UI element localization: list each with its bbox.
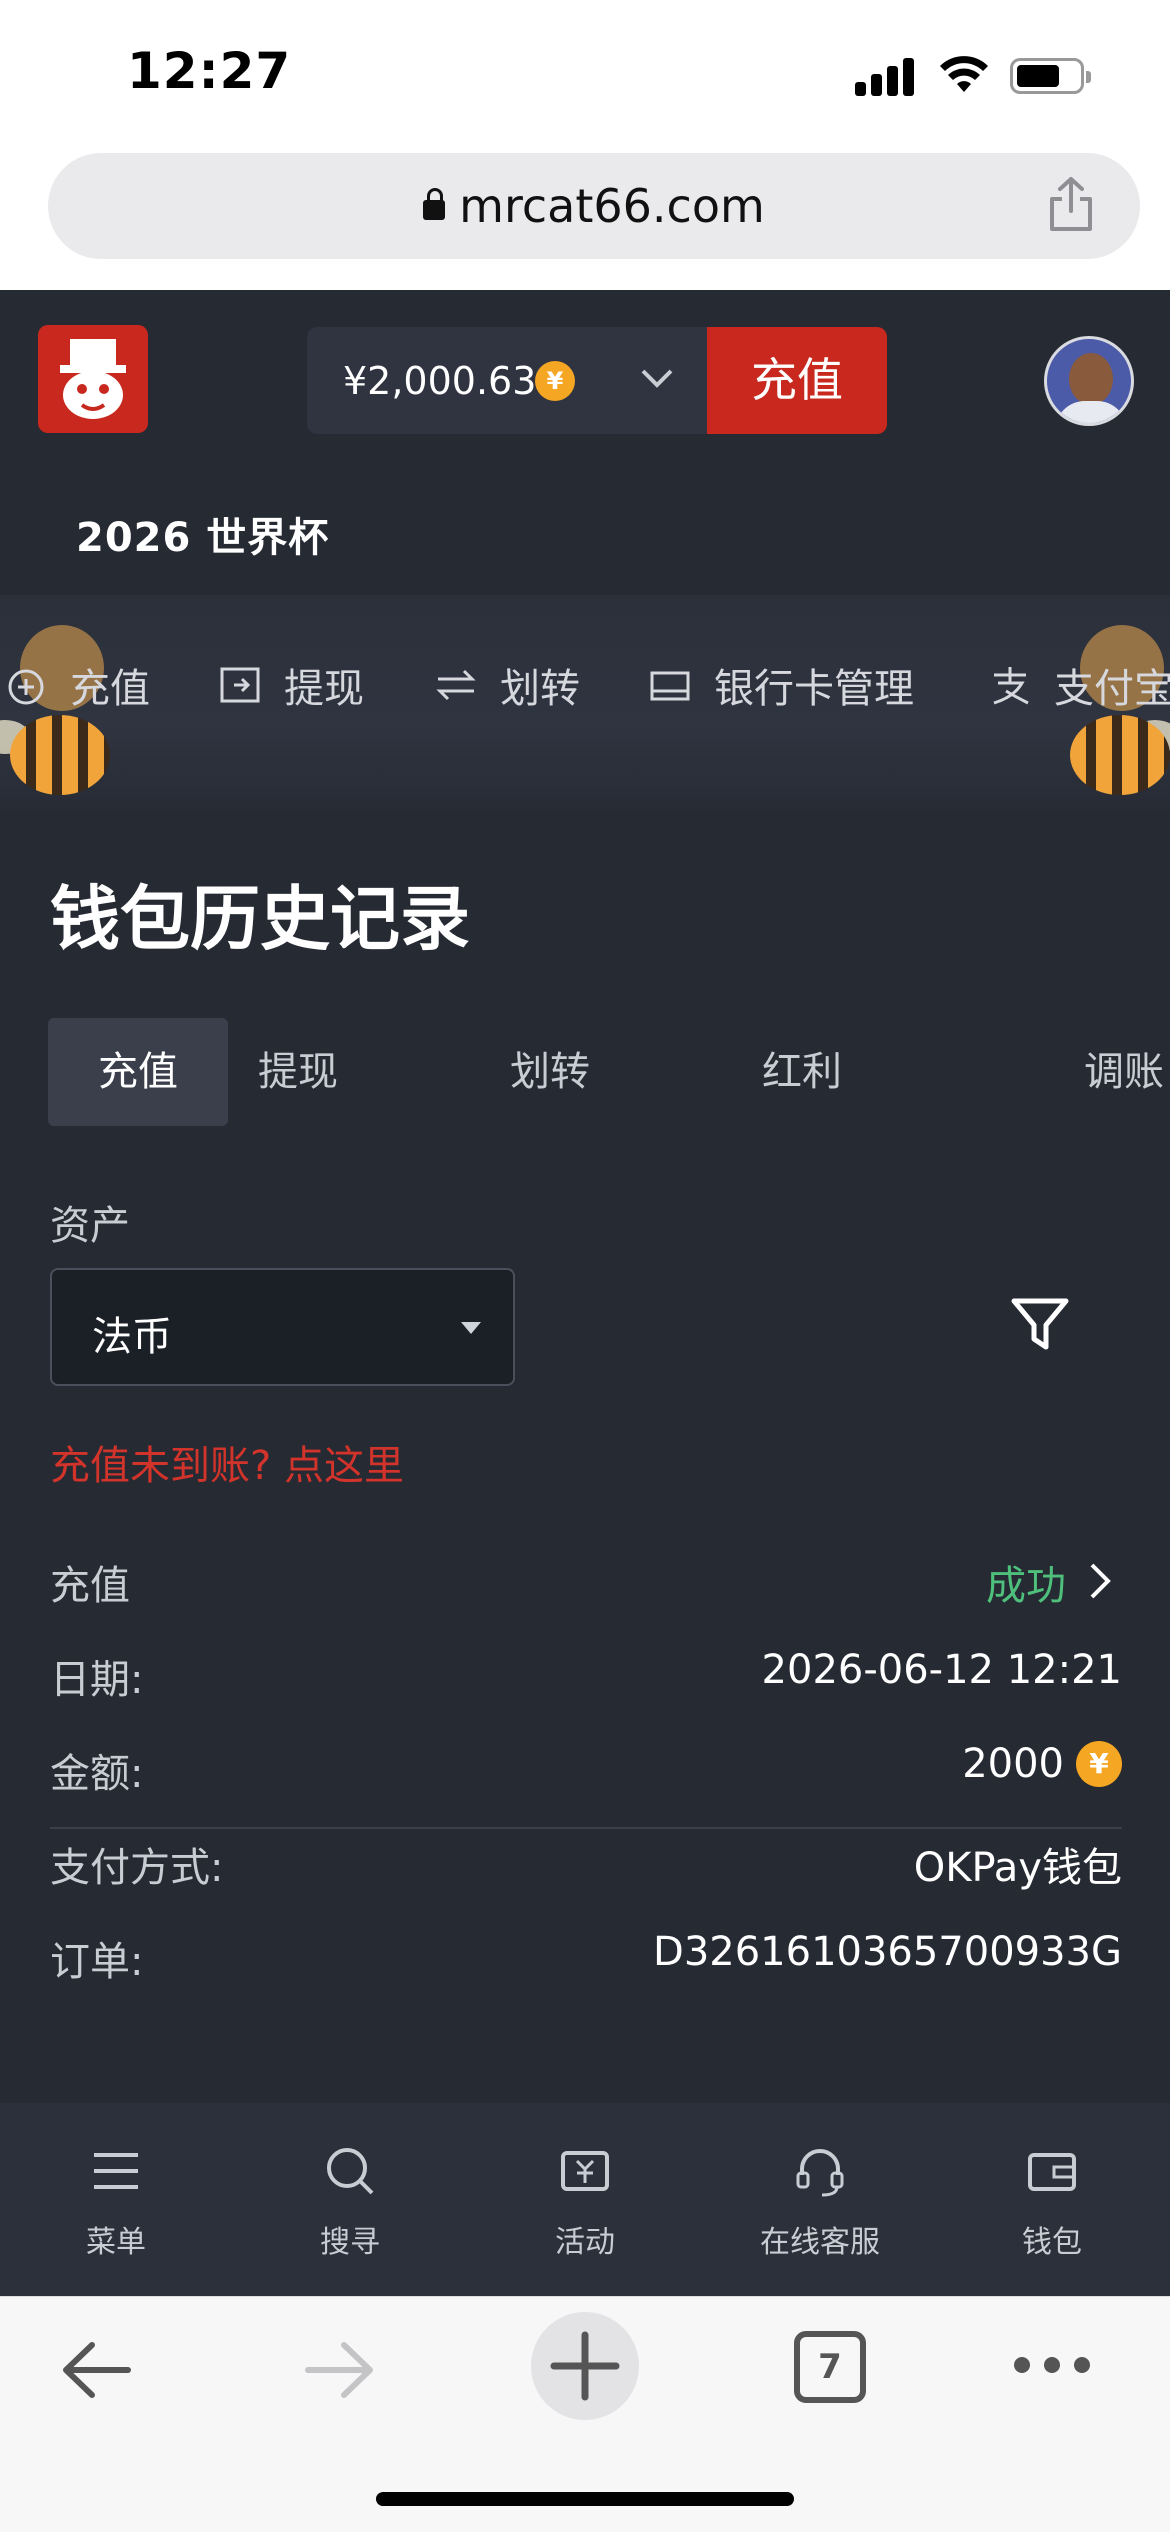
address-bar[interactable]: mrcat66.com — [48, 153, 1140, 259]
nav-customer-service[interactable]: 在线客服 — [740, 2143, 900, 2261]
quicknav-label: 银行卡管理 — [714, 666, 914, 712]
menu-icon — [94, 2153, 138, 2189]
wifi-icon — [940, 56, 988, 92]
nav-wallet[interactable]: 钱包 — [972, 2143, 1132, 2261]
quick-nav: 充值 提现 划转 银行卡管理 支付宝 — [0, 595, 1170, 813]
share-icon[interactable] — [1046, 175, 1096, 233]
record-type: 充值 — [50, 1563, 130, 1609]
order-value: D3261610365700933G — [653, 1929, 1122, 1975]
transfer-icon — [436, 669, 476, 701]
cellular-signal-icon — [855, 56, 915, 96]
nav-label: 搜寻 — [320, 2225, 380, 2260]
yuan-coin-icon: ¥ — [535, 361, 575, 401]
headset-icon — [796, 2149, 844, 2197]
divider — [50, 1827, 1122, 1829]
status-time: 12:27 — [127, 42, 292, 100]
quicknav-label: 划转 — [500, 666, 580, 712]
nav-menu[interactable]: 菜单 — [36, 2143, 196, 2261]
website: ¥2,000.63 ¥ 充值 2026 世界杯 充值 提现 划转 银行卡管理 支… — [0, 290, 1170, 2296]
home-indicator[interactable] — [376, 2492, 794, 2506]
tab-count: 7 — [818, 2347, 842, 2387]
page-title: 钱包历史记录 — [50, 878, 470, 960]
record-amount-row: 金额: 2000 ¥ — [50, 1721, 1122, 1815]
status-bar: 12:27 — [0, 0, 1170, 148]
history-tabs: 充值 提现 划转 红利 调账 — [48, 1018, 1170, 1126]
status-badge: 成功 — [986, 1563, 1066, 1609]
quicknav-label: 支付宝 — [1054, 666, 1170, 712]
quicknav-label: 提现 — [284, 666, 364, 712]
bank-card-icon — [650, 671, 690, 701]
nav-label: 钱包 — [1022, 2225, 1082, 2260]
asset-select[interactable]: 法币 — [50, 1268, 515, 1386]
back-arrow-icon[interactable] — [56, 2335, 136, 2405]
yuan-coin-icon: ¥ — [1076, 1741, 1122, 1787]
new-tab-plus-icon[interactable] — [530, 2311, 640, 2421]
method-label: 支付方式: — [50, 1845, 224, 1891]
quicknav-alipay[interactable]: 支付宝 — [988, 645, 1170, 725]
nav-label: 活动 — [555, 2225, 615, 2260]
battery-icon — [1010, 58, 1091, 94]
url-text: mrcat66.com — [459, 179, 765, 233]
missing-deposit-link[interactable]: 充值未到账? 点这里 — [50, 1433, 404, 1491]
forward-arrow-icon[interactable] — [300, 2335, 380, 2405]
nav-search[interactable]: 搜寻 — [270, 2143, 430, 2261]
cat-logo[interactable] — [38, 325, 148, 433]
record-header-row[interactable]: 充值 成功 — [50, 1533, 1122, 1627]
nav-label: 在线客服 — [760, 2225, 880, 2260]
tabs-button[interactable]: 7 — [794, 2331, 866, 2403]
withdraw-icon — [220, 667, 260, 703]
promo-ticket-icon — [561, 2151, 609, 2191]
amount-value: 2000 — [962, 1741, 1064, 1787]
nav-label: 菜单 — [86, 2225, 146, 2260]
deposit-icon — [8, 669, 44, 705]
date-value: 2026-06-12 12:21 — [761, 1647, 1122, 1693]
asset-label: 资产 — [50, 1203, 130, 1249]
lock-icon — [423, 188, 446, 220]
wallet-icon — [1028, 2153, 1076, 2191]
quicknav-deposit[interactable]: 充值 — [4, 645, 150, 725]
tab-withdraw[interactable]: 提现 — [208, 1018, 388, 1126]
date-label: 日期: — [50, 1657, 144, 1703]
site-header: ¥2,000.63 ¥ 充值 2026 世界杯 — [0, 290, 1170, 595]
record-order-row: 订单: D3261610365700933G — [50, 1909, 1122, 2003]
filter-icon[interactable] — [1008, 1293, 1072, 1357]
world-cup-banner[interactable]: 2026 世界杯 — [76, 505, 329, 563]
chevron-down-icon — [641, 369, 673, 388]
tab-transfer[interactable]: 划转 — [460, 1018, 640, 1126]
method-value: OKPay钱包 — [913, 1845, 1122, 1891]
alipay-icon — [993, 667, 1029, 705]
avatar[interactable] — [1044, 336, 1134, 426]
record-method-row: 支付方式: OKPay钱包 — [50, 1815, 1122, 1909]
balance-dropdown[interactable]: ¥2,000.63 ¥ — [307, 327, 707, 434]
asset-select-value: 法币 — [92, 1314, 172, 1360]
quicknav-label: 充值 — [70, 666, 150, 712]
quicknav-transfer[interactable]: 划转 — [434, 645, 580, 725]
deposit-record[interactable]: 充值 成功 日期: 2026-06-12 12:21 金额: 2000 ¥ 支付… — [50, 1533, 1122, 2003]
balance-amount: ¥2,000.63 — [343, 359, 537, 403]
chevron-right-icon[interactable] — [1084, 1561, 1114, 1601]
wallet-history: 钱包历史记录 充值 提现 划转 红利 调账 资产 法币 充值未到账? 点这里 充… — [0, 813, 1170, 2103]
amount-label: 金额: — [50, 1751, 144, 1797]
tab-adjustment[interactable]: 调账 — [1084, 1018, 1170, 1126]
caret-down-icon — [461, 1322, 481, 1334]
quicknav-withdraw[interactable]: 提现 — [218, 645, 364, 725]
tab-bonus[interactable]: 红利 — [712, 1018, 892, 1126]
tab-deposit[interactable]: 充值 — [48, 1018, 228, 1126]
deposit-button[interactable]: 充值 — [707, 327, 887, 434]
order-label: 订单: — [50, 1939, 144, 1985]
more-options-icon[interactable] — [1010, 2347, 1094, 2383]
record-date-row: 日期: 2026-06-12 12:21 — [50, 1627, 1122, 1721]
bottom-nav: 菜单 搜寻 活动 在线客服 钱包 — [0, 2103, 1170, 2296]
search-icon — [327, 2148, 374, 2195]
quicknav-bank-cards[interactable]: 银行卡管理 — [648, 645, 914, 725]
nav-promotions[interactable]: 活动 — [505, 2143, 665, 2261]
